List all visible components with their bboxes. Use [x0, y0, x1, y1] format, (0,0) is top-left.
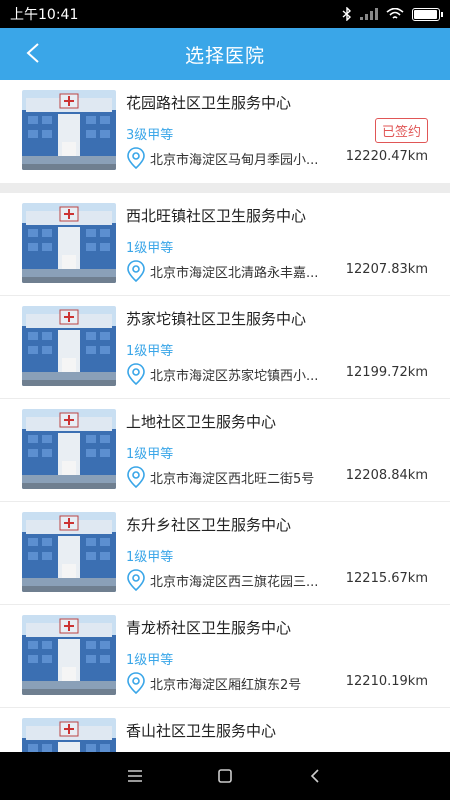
battery-fill [414, 9, 438, 19]
hospital-name: 东升乡社区卫生服务中心 [126, 516, 292, 534]
home-button[interactable] [210, 761, 240, 791]
hospital-distance: 12199.72km [345, 365, 428, 380]
page-title: 选择医院 [184, 44, 265, 67]
hospital-list-item[interactable]: 青龙桥社区卫生服务中心 1级甲等 北京市海淀区厢红旗东2号 12210.19km [0, 605, 450, 708]
hospital-address: 北京市海淀区西北旺二街5号 [150, 472, 315, 487]
hospital-grade: 1级甲等 [126, 447, 174, 462]
hospital-list-item[interactable]: 花园路社区卫生服务中心 3级甲等 已签约 北京市海淀区马甸月季园小... 12220.… [0, 80, 450, 183]
hospital-photo [22, 409, 116, 489]
hospital-list-item[interactable]: 苏家坨镇社区卫生服务中心 1级甲等 北京市海淀区苏家坨镇西小... 12199.72… [0, 296, 450, 399]
bluetooth-icon [342, 7, 352, 21]
wifi-icon [386, 7, 404, 19]
hospital-photo [22, 615, 116, 695]
hospital-name: 花园路社区卫生服务中心 [126, 94, 292, 112]
app-header: 选择医院 [0, 28, 450, 80]
hospital-photo [22, 718, 116, 752]
hospital-address: 北京市海淀区厢红旗东2号 [150, 678, 302, 693]
hospital-distance: 12215.67km [345, 571, 428, 586]
hospital-grade: 1级甲等 [126, 241, 174, 256]
hospital-grade: 1级甲等 [126, 653, 174, 668]
hospital-thumbnail [22, 718, 116, 752]
status-bar: 上午10:41 [0, 0, 450, 28]
location-pin-icon [127, 260, 145, 282]
hospital-name: 苏家坨镇社区卫生服务中心 [126, 310, 307, 328]
hospital-photo [22, 512, 116, 592]
menu-icon [128, 770, 142, 782]
back-icon [310, 769, 319, 783]
location-pin-icon [127, 672, 145, 694]
status-time: 上午10:41 [10, 7, 79, 23]
hospital-distance: 12207.83km [345, 262, 428, 277]
hospital-name: 西北旺镇社区卫生服务中心 [126, 207, 307, 225]
hospital-name: 香山社区卫生服务中心 [126, 722, 277, 740]
hospital-thumbnail [22, 90, 116, 170]
hospital-grade: 1级甲等 [126, 550, 174, 565]
back-button[interactable] [300, 761, 330, 791]
hospital-address: 北京市海淀区马甸月季园小... [150, 153, 319, 168]
hospital-list[interactable]: 花园路社区卫生服务中心 3级甲等 已签约 北京市海淀区马甸月季园小... 12220.… [0, 80, 450, 752]
hospital-distance: 12208.84km [345, 468, 428, 483]
hospital-thumbnail [22, 409, 116, 489]
hospital-thumbnail [22, 615, 116, 695]
section-divider [0, 183, 450, 193]
signed-badge: 已签约 [374, 118, 428, 143]
hospital-list-item[interactable]: 西北旺镇社区卫生服务中心 1级甲等 北京市海淀区北清路永丰嘉... 12207.83… [0, 193, 450, 296]
hospital-photo [22, 306, 116, 386]
hospital-thumbnail [22, 203, 116, 283]
hospital-name: 青龙桥社区卫生服务中心 [126, 619, 292, 637]
hospital-grade: 3级甲等 [126, 128, 174, 143]
system-nav-bar [0, 752, 450, 800]
hospital-distance: 12220.47km [345, 149, 428, 164]
hospital-address: 北京市海淀区西三旗花园三... [150, 575, 319, 590]
status-icons [342, 7, 443, 21]
signal-icon [360, 8, 378, 20]
hospital-list-item[interactable]: 香山社区卫生服务中心 [0, 708, 450, 752]
battery-icon [412, 7, 443, 21]
location-pin-icon [127, 363, 145, 385]
hospital-address: 北京市海淀区北清路永丰嘉... [150, 266, 319, 281]
hospital-list-item[interactable]: 东升乡社区卫生服务中心 1级甲等 北京市海淀区西三旗花园三... 12215.67k… [0, 502, 450, 605]
location-pin-icon [127, 569, 145, 591]
hospital-photo [22, 90, 116, 170]
menu-button[interactable] [120, 761, 150, 791]
chevron-left-icon[interactable] [18, 38, 48, 68]
hospital-list-item[interactable]: 上地社区卫生服务中心 1级甲等 北京市海淀区西北旺二街5号 12208.84km [0, 399, 450, 502]
hospital-thumbnail [22, 306, 116, 386]
hospital-distance: 12210.19km [345, 674, 428, 689]
location-pin-icon [127, 466, 145, 488]
hospital-address: 北京市海淀区苏家坨镇西小... [150, 369, 319, 384]
hospital-photo [22, 203, 116, 283]
home-icon [218, 769, 232, 783]
hospital-name: 上地社区卫生服务中心 [126, 413, 277, 431]
location-pin-icon [127, 147, 145, 169]
hospital-thumbnail [22, 512, 116, 592]
hospital-grade: 1级甲等 [126, 344, 174, 359]
